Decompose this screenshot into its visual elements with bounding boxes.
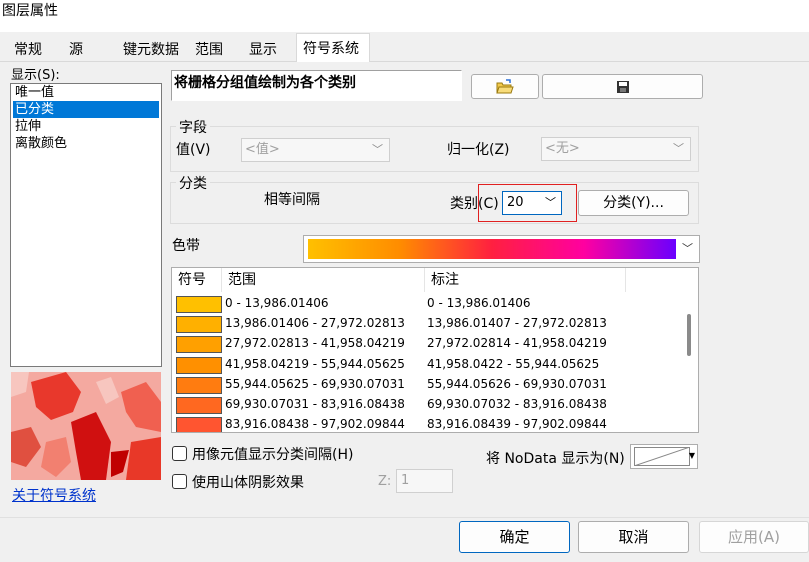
chevron-down-icon: ﹀	[682, 242, 693, 255]
range-cell[interactable]: 55,944.05625 - 69,930.07031	[225, 377, 405, 391]
color-ramp-label: 色带	[172, 238, 200, 254]
range-cell[interactable]: 69,930.07031 - 83,916.08438	[225, 397, 405, 411]
label-cell[interactable]: 55,944.05626 - 69,930.07031	[427, 377, 607, 391]
symbol-swatch[interactable]	[176, 417, 222, 432]
range-cell[interactable]: 0 - 13,986.01406	[225, 296, 329, 310]
pixel-classes-label: 用像元值显示分类间隔(H)	[192, 447, 354, 463]
column-header-symbol[interactable]: 符号	[172, 268, 222, 292]
classification-method: 相等间隔	[264, 192, 320, 208]
tab-general[interactable]: 常规	[8, 36, 48, 62]
save-layer-file-button[interactable]	[542, 74, 703, 99]
symbol-swatch[interactable]	[176, 397, 222, 414]
renderer-description: 将栅格分组值绘制为各个类别	[171, 70, 462, 101]
apply-button[interactable]: 应用(A)	[699, 521, 809, 553]
label-cell[interactable]: 27,972.02814 - 41,958.04219	[427, 336, 607, 350]
scrollbar-thumb[interactable]	[687, 314, 691, 356]
range-cell[interactable]: 13,986.01406 - 27,972.02813	[225, 316, 405, 330]
no-color-swatch-icon	[634, 447, 690, 466]
hillshade-label: 使用山体阴影效果	[192, 475, 304, 491]
label-cell[interactable]: 83,916.08439 - 97,902.09844	[427, 417, 607, 431]
label-cell[interactable]: 0 - 13,986.01406	[427, 296, 531, 310]
tab-symbology[interactable]: 符号系统	[296, 33, 370, 63]
chevron-down-icon: ﹀	[545, 196, 556, 209]
show-item-stretched[interactable]: 拉伸	[13, 118, 159, 135]
classes-combo-value: 20	[507, 195, 524, 210]
table-row[interactable]: 69,930.07031 - 83,916.08438 69,930.07032 …	[172, 395, 682, 415]
chevron-down-icon: ﹀	[673, 142, 684, 155]
value-label: 值(V)	[176, 142, 211, 158]
z-label: Z:	[378, 474, 392, 489]
symbol-swatch[interactable]	[176, 376, 222, 394]
symbol-swatch[interactable]	[176, 296, 222, 313]
label-cell[interactable]: 41,958.0422 - 55,944.05625	[427, 357, 599, 371]
classes-combo[interactable]: 20 ﹀	[502, 191, 562, 215]
nodata-label: 将 NoData 显示为(N)	[486, 451, 625, 467]
color-ramp-combo[interactable]: ﹀	[303, 235, 700, 263]
value-field-combo-text: <值>	[245, 142, 280, 157]
range-cell[interactable]: 41,958.04219 - 55,944.05625	[225, 357, 405, 371]
classify-button[interactable]: 分类(Y)...	[578, 190, 689, 216]
value-field-combo[interactable]: <值> ﹀	[241, 138, 390, 162]
pixel-classes-checkbox[interactable]	[172, 446, 187, 461]
table-scrollbar[interactable]	[682, 292, 696, 432]
normalization-combo-text: <无>	[545, 141, 580, 156]
symbol-swatch[interactable]	[176, 356, 222, 374]
label-cell[interactable]: 13,986.01407 - 27,972.02813	[427, 316, 607, 330]
title-bar	[0, 0, 809, 32]
show-list[interactable]: 唯一值 已分类 拉伸 离散颜色	[10, 83, 162, 367]
hillshade-checkbox[interactable]	[172, 474, 187, 489]
show-label: 显示(S):	[11, 68, 60, 83]
tab-source[interactable]: 源	[63, 36, 89, 62]
table-row[interactable]: 0 - 13,986.01406 0 - 13,986.01406	[172, 294, 682, 314]
color-ramp-gradient	[308, 239, 676, 259]
show-item-discrete-color[interactable]: 离散颜色	[13, 135, 159, 152]
tab-extent[interactable]: 范围	[189, 36, 229, 62]
window-title: 图层属性	[2, 3, 58, 19]
show-item-unique-values[interactable]: 唯一值	[13, 84, 159, 101]
symbol-swatch[interactable]	[176, 336, 222, 354]
tab-display[interactable]: 显示	[243, 36, 283, 62]
tab-key-metadata[interactable]: 键元数据	[117, 36, 185, 62]
column-header-range[interactable]: 范围	[222, 268, 425, 292]
show-item-classified[interactable]: 已分类	[13, 101, 159, 118]
label-cell[interactable]: 69,930.07032 - 83,916.08438	[427, 397, 607, 411]
table-row[interactable]: 55,944.05625 - 69,930.07031 55,944.05626 …	[172, 375, 682, 395]
ok-button[interactable]: 确定	[459, 521, 570, 553]
table-row[interactable]: 27,972.02813 - 41,958.04219 27,972.02814 …	[172, 334, 682, 354]
save-icon	[616, 81, 629, 93]
dropdown-arrow-icon: ▼	[688, 451, 695, 460]
open-layer-file-button[interactable]	[471, 74, 539, 99]
symbology-preview-image	[11, 372, 161, 480]
normalization-combo[interactable]: <无> ﹀	[541, 137, 691, 161]
symbol-swatch[interactable]	[176, 316, 222, 334]
chevron-down-icon: ﹀	[372, 143, 383, 156]
field-group-label: 字段	[176, 117, 210, 137]
normalization-label: 归一化(Z)	[447, 142, 510, 158]
table-row[interactable]: 13,986.01406 - 27,972.02813 13,986.01407 …	[172, 314, 682, 334]
range-cell[interactable]: 83,916.08438 - 97,902.09844	[225, 417, 405, 431]
range-cell[interactable]: 27,972.02813 - 41,958.04219	[225, 336, 405, 350]
folder-open-icon	[496, 79, 514, 94]
classification-group-label: 分类	[176, 173, 210, 193]
cancel-button[interactable]: 取消	[578, 521, 689, 553]
table-row[interactable]: 83,916.08438 - 97,902.09844 83,916.08439 …	[172, 415, 682, 432]
about-symbology-link[interactable]: 关于符号系统	[12, 485, 96, 505]
nodata-color-picker[interactable]: ▼	[630, 444, 698, 469]
table-row[interactable]: 41,958.04219 - 55,944.05625 41,958.0422 -…	[172, 355, 682, 375]
class-table[interactable]: 符号 范围 标注 0 - 13,986.01406 0 - 13,986.0140…	[171, 267, 699, 433]
z-factor-input[interactable]: 1	[396, 469, 453, 493]
column-header-label[interactable]: 标注	[425, 268, 626, 292]
